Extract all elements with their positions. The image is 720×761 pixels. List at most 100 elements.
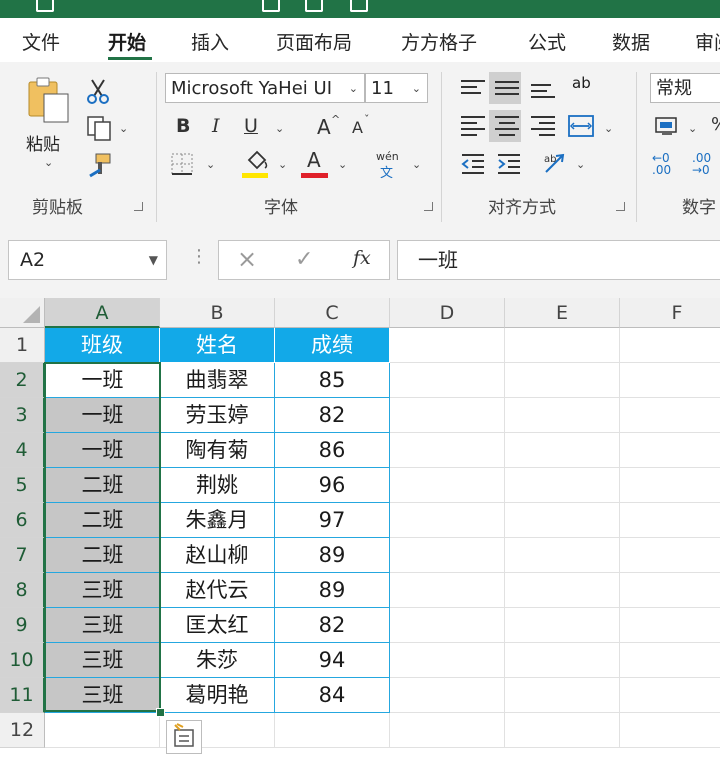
cell-e6[interactable] [505, 503, 620, 538]
row-header-7[interactable]: 7 [0, 538, 45, 573]
row-header-2[interactable]: 2 [0, 363, 45, 398]
dialog-launcher-icon[interactable] [616, 202, 625, 211]
italic-button[interactable]: I [212, 115, 220, 137]
cell-d1[interactable] [390, 328, 505, 363]
cell-e4[interactable] [505, 433, 620, 468]
quick-access-icon[interactable] [262, 0, 280, 12]
percent-style-icon[interactable]: % [711, 114, 720, 135]
cell-c9[interactable]: 82 [275, 608, 390, 643]
cell-f12[interactable] [620, 713, 720, 748]
column-header-e[interactable]: E [505, 298, 620, 328]
cell-f3[interactable] [620, 398, 720, 433]
cell-c12[interactable] [275, 713, 390, 748]
quick-access-icon[interactable] [305, 0, 323, 12]
row-header-3[interactable]: 3 [0, 398, 45, 433]
row-header-11[interactable]: 11 [0, 678, 45, 713]
cell-a5[interactable]: 二班 [45, 468, 160, 503]
chevron-down-icon[interactable]: ⌄ [338, 158, 347, 171]
cell-f2[interactable] [620, 363, 720, 398]
row-header-10[interactable]: 10 [0, 643, 45, 678]
cell-b6[interactable]: 朱鑫月 [160, 503, 275, 538]
cell-b4[interactable]: 陶有菊 [160, 433, 275, 468]
cell-a8[interactable]: 三班 [45, 573, 160, 608]
cell-c2[interactable]: 85 [275, 363, 390, 398]
fill-color-button[interactable] [242, 150, 272, 180]
wrap-text-icon[interactable]: ab [572, 74, 591, 92]
increase-decimal-button[interactable]: ←0 .00 [652, 152, 682, 176]
cell-b5[interactable]: 荆姚 [160, 468, 275, 503]
cell-a10[interactable]: 三班 [45, 643, 160, 678]
cell-f6[interactable] [620, 503, 720, 538]
cell-f11[interactable] [620, 678, 720, 713]
cell-d10[interactable] [390, 643, 505, 678]
cell-e11[interactable] [505, 678, 620, 713]
dialog-launcher-icon[interactable] [134, 202, 143, 211]
tab-fangfang[interactable]: 方方格子 [401, 28, 477, 55]
cell-d12[interactable] [390, 713, 505, 748]
cell-d11[interactable] [390, 678, 505, 713]
borders-icon[interactable] [170, 152, 194, 176]
format-painter-icon[interactable] [86, 152, 112, 178]
cell-e7[interactable] [505, 538, 620, 573]
grow-font-button[interactable]: A [317, 115, 331, 139]
merge-center-icon[interactable] [568, 114, 594, 138]
cell-e10[interactable] [505, 643, 620, 678]
column-header-d[interactable]: D [390, 298, 505, 328]
cell-e12[interactable] [505, 713, 620, 748]
cell-f9[interactable] [620, 608, 720, 643]
cell-f8[interactable] [620, 573, 720, 608]
align-right-icon[interactable] [531, 112, 555, 140]
cut-icon[interactable] [86, 78, 110, 104]
cell-c8[interactable]: 89 [275, 573, 390, 608]
cell-c10[interactable]: 94 [275, 643, 390, 678]
tab-formulas[interactable]: 公式 [528, 28, 566, 55]
select-all-button[interactable] [0, 298, 45, 328]
worksheet-grid[interactable]: ABCDEF 1 2 3 4 5 6 7 8 9 10 11 12 班级 姓名 成绩 一班 曲翡翠 85 一班 劳玉… [0, 298, 720, 761]
row-header-1[interactable]: 1 [0, 328, 45, 363]
column-header-c[interactable]: C [275, 298, 390, 328]
tab-insert[interactable]: 插入 [191, 28, 229, 55]
cell-b8[interactable]: 赵代云 [160, 573, 275, 608]
name-box[interactable]: A2 ▼ [8, 240, 167, 280]
enter-icon[interactable]: ✓ [295, 247, 313, 272]
cell-b9[interactable]: 匡太红 [160, 608, 275, 643]
cell-e5[interactable] [505, 468, 620, 503]
fill-handle[interactable] [156, 708, 165, 717]
column-header-f[interactable]: F [620, 298, 720, 328]
row-header-5[interactable]: 5 [0, 468, 45, 503]
cell-f10[interactable] [620, 643, 720, 678]
cell-e8[interactable] [505, 573, 620, 608]
chevron-down-icon[interactable]: ⌄ [206, 158, 215, 171]
tab-review[interactable]: 审阅 [695, 28, 720, 55]
quick-access-icon[interactable] [350, 0, 368, 12]
tab-page-layout[interactable]: 页面布局 [276, 28, 352, 55]
row-header-4[interactable]: 4 [0, 433, 45, 468]
row-header-6[interactable]: 6 [0, 503, 45, 538]
cell-d8[interactable] [390, 573, 505, 608]
cell-a7[interactable]: 二班 [45, 538, 160, 573]
cell-c6[interactable]: 97 [275, 503, 390, 538]
chevron-down-icon[interactable]: ⌄ [412, 158, 421, 171]
cell-d7[interactable] [390, 538, 505, 573]
cell-c4[interactable]: 86 [275, 433, 390, 468]
chevron-down-icon[interactable]: ⌄ [576, 158, 585, 171]
save-icon[interactable] [36, 0, 54, 12]
cell-c3[interactable]: 82 [275, 398, 390, 433]
copy-icon[interactable] [86, 115, 112, 141]
tab-data[interactable]: 数据 [612, 28, 650, 55]
chevron-down-icon[interactable]: ⌄ [278, 158, 287, 171]
align-left-icon[interactable] [461, 112, 485, 140]
cell-a12[interactable] [45, 713, 160, 748]
cell-b1[interactable]: 姓名 [160, 328, 275, 363]
insert-function-icon[interactable]: fx [353, 247, 371, 269]
cell-c5[interactable]: 96 [275, 468, 390, 503]
cell-d6[interactable] [390, 503, 505, 538]
chevron-down-icon[interactable]: ⌄ [688, 122, 697, 135]
cell-d2[interactable] [390, 363, 505, 398]
cell-d3[interactable] [390, 398, 505, 433]
cell-f4[interactable] [620, 433, 720, 468]
cell-a1[interactable]: 班级 [45, 328, 160, 363]
cancel-icon[interactable]: × [237, 245, 257, 273]
cell-d4[interactable] [390, 433, 505, 468]
cell-d5[interactable] [390, 468, 505, 503]
